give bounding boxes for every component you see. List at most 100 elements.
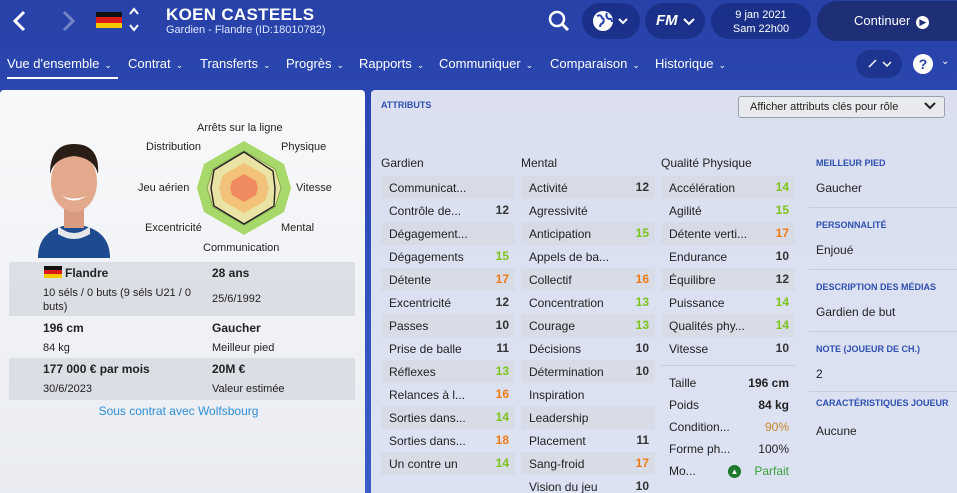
attribute-row[interactable]: Inspiration [521, 383, 655, 406]
international-caps: 10 séls / 0 buts (9 séls U21 / 0 buts) [43, 287, 191, 313]
attribute-row[interactable]: Détente verti... 17 [661, 222, 795, 245]
attributes-panel: ATTRIBUTS Afficher attributs clés pour r… [371, 90, 957, 493]
attribute-row[interactable]: Sorties dans... 18 [381, 429, 515, 452]
attribute-row[interactable]: Décisions 10 [521, 337, 655, 360]
rating-value: 2 [816, 367, 823, 381]
forward-arrow-icon[interactable] [56, 8, 80, 34]
attribute-row[interactable]: Accélération 14 [661, 176, 795, 199]
attribute-name: Décisions [529, 342, 582, 356]
attribute-row[interactable]: Prise de balle 11 [381, 337, 515, 360]
attribute-row[interactable]: Un contre un 14 [381, 452, 515, 475]
attribute-row[interactable]: Vitesse 10 [661, 337, 795, 360]
radar-label-distribution: Distribution [146, 141, 202, 153]
attribute-row[interactable]: Contrôle de... 12 [381, 199, 515, 222]
date-display[interactable]: 9 jan 2021 Sam 22h00 [711, 3, 811, 39]
attribute-name: Agressivité [529, 204, 588, 218]
attribute-row[interactable]: Appels de ba... [521, 245, 655, 268]
physical-info-value: Parfait [754, 464, 789, 478]
preferred-foot-label: Meilleur pied [212, 342, 275, 354]
attribute-value: 14 [495, 410, 509, 424]
attribute-row[interactable]: Courage 13 [521, 314, 655, 337]
edit-view-button[interactable] [856, 50, 902, 78]
personality-value: Enjoué [816, 243, 854, 257]
nation-row: Flandre 10 séls / 0 buts (9 séls U21 / 0… [9, 262, 355, 316]
attribute-row[interactable]: Agressivité [521, 199, 655, 222]
divider [809, 391, 957, 392]
attribute-row[interactable]: Qualités phy... 14 [661, 314, 795, 337]
attribute-row[interactable]: Sang-froid 17 [521, 452, 655, 475]
attribute-name: Anticipation [529, 227, 592, 241]
attribute-name: Dégagement... [389, 227, 468, 241]
world-menu-button[interactable] [582, 3, 640, 39]
attribute-row[interactable]: Collectif 16 [521, 268, 655, 291]
attribute-value: 18 [495, 433, 509, 447]
attribute-row[interactable]: Détente 17 [381, 268, 515, 291]
germany-flag-icon [44, 266, 66, 278]
tab-overview[interactable]: Vue d'ensemble ⌄ [7, 56, 118, 79]
contract-end: 30/6/2023 [43, 383, 92, 395]
physical-info-value: 100% [758, 442, 789, 456]
attribute-row[interactable]: Vision du jeu 10 [521, 475, 655, 493]
attribute-value: 10 [775, 341, 789, 355]
attribute-row[interactable]: Réflexes 13 [381, 360, 515, 383]
player-value: 20M € [212, 362, 246, 376]
tab-reports[interactable]: Rapports ⌄ [359, 56, 424, 71]
tab-comparison[interactable]: Comparaison ⌄ [550, 56, 640, 71]
attribute-value: 17 [495, 272, 509, 286]
physical-attributes-list: Accélération 14 Agilité 15 Détente verti... 1… [661, 176, 795, 360]
back-arrow-icon[interactable] [8, 8, 32, 34]
continue-button[interactable]: Continuer ▶ [817, 1, 957, 41]
attribute-row[interactable]: Placement 11 [521, 429, 655, 452]
attribute-value: 10 [495, 318, 509, 332]
attribute-name: Excentricité [389, 296, 452, 310]
attribute-row[interactable]: Endurance 10 [661, 245, 795, 268]
media-description-heading: DESCRIPTION DES MÉDIAS [816, 282, 937, 292]
attribute-row[interactable]: Relances à l... 16 [381, 383, 515, 406]
goalkeeping-heading: Gardien [381, 156, 424, 170]
attribute-name: Sorties dans... [389, 434, 466, 448]
key-attributes-dropdown[interactable]: Afficher attributs clés pour rôle [738, 96, 945, 118]
help-icon[interactable]: ? [913, 54, 933, 74]
search-icon[interactable] [546, 8, 572, 34]
attribute-row[interactable]: Anticipation 15 [521, 222, 655, 245]
attribute-row[interactable]: Leadership [521, 406, 655, 429]
attribute-name: Prise de balle [389, 342, 462, 356]
radar-label-speed: Vitesse [296, 182, 332, 194]
attribute-value: 16 [495, 387, 509, 401]
birth-date: 25/6/1992 [212, 293, 261, 305]
attribute-row[interactable]: Détermination 10 [521, 360, 655, 383]
player-photo [28, 130, 120, 258]
attribute-value: 10 [635, 364, 649, 378]
attribute-row[interactable]: Agilité 15 [661, 199, 795, 222]
attribute-row[interactable]: Sorties dans... 14 [381, 406, 515, 429]
time-text: Sam 22h00 [732, 23, 790, 35]
tab-communicate[interactable]: Communiquer ⌄ [439, 56, 533, 71]
tab-transfers[interactable]: Transferts ⌄ [200, 56, 271, 71]
tab-contract[interactable]: Contrat ⌄ [128, 56, 183, 71]
attribute-radar-chart [196, 140, 292, 236]
nation-name[interactable]: Flandre [65, 266, 108, 280]
attribute-value: 13 [635, 318, 649, 332]
chevron-down-icon[interactable]: ⌄ [941, 56, 949, 67]
attribute-row[interactable]: Dégagement... [381, 222, 515, 245]
attribute-row[interactable]: Puissance 14 [661, 291, 795, 314]
attribute-row[interactable]: Passes 10 [381, 314, 515, 337]
attribute-row[interactable]: Dégagements 15 [381, 245, 515, 268]
club-contract-link[interactable]: Sous contrat avec Wolfsbourg [0, 404, 357, 418]
attribute-row[interactable]: Équilibre 12 [661, 268, 795, 291]
attribute-row[interactable]: Excentricité 12 [381, 291, 515, 314]
attribute-row[interactable]: Activité 12 [521, 176, 655, 199]
tab-progress[interactable]: Progrès ⌄ [286, 56, 344, 71]
tab-history[interactable]: Historique ⌄ [655, 56, 726, 71]
attribute-value: 16 [635, 272, 649, 286]
attribute-value: 14 [775, 318, 789, 332]
attribute-row[interactable]: Communicat... [381, 176, 515, 199]
player-switch-arrows-icon[interactable] [128, 6, 140, 39]
player-traits-heading: CARACTÉRISTIQUES JOUEUR [816, 398, 949, 408]
attribute-name: Endurance [669, 250, 728, 264]
attribute-row[interactable]: Concentration 13 [521, 291, 655, 314]
fm-menu-button[interactable]: FM [645, 3, 705, 39]
attribute-value: 12 [635, 180, 649, 194]
radar-label-aerial: Jeu aérien [138, 182, 190, 194]
physical-info-label: Mo... [669, 464, 696, 478]
